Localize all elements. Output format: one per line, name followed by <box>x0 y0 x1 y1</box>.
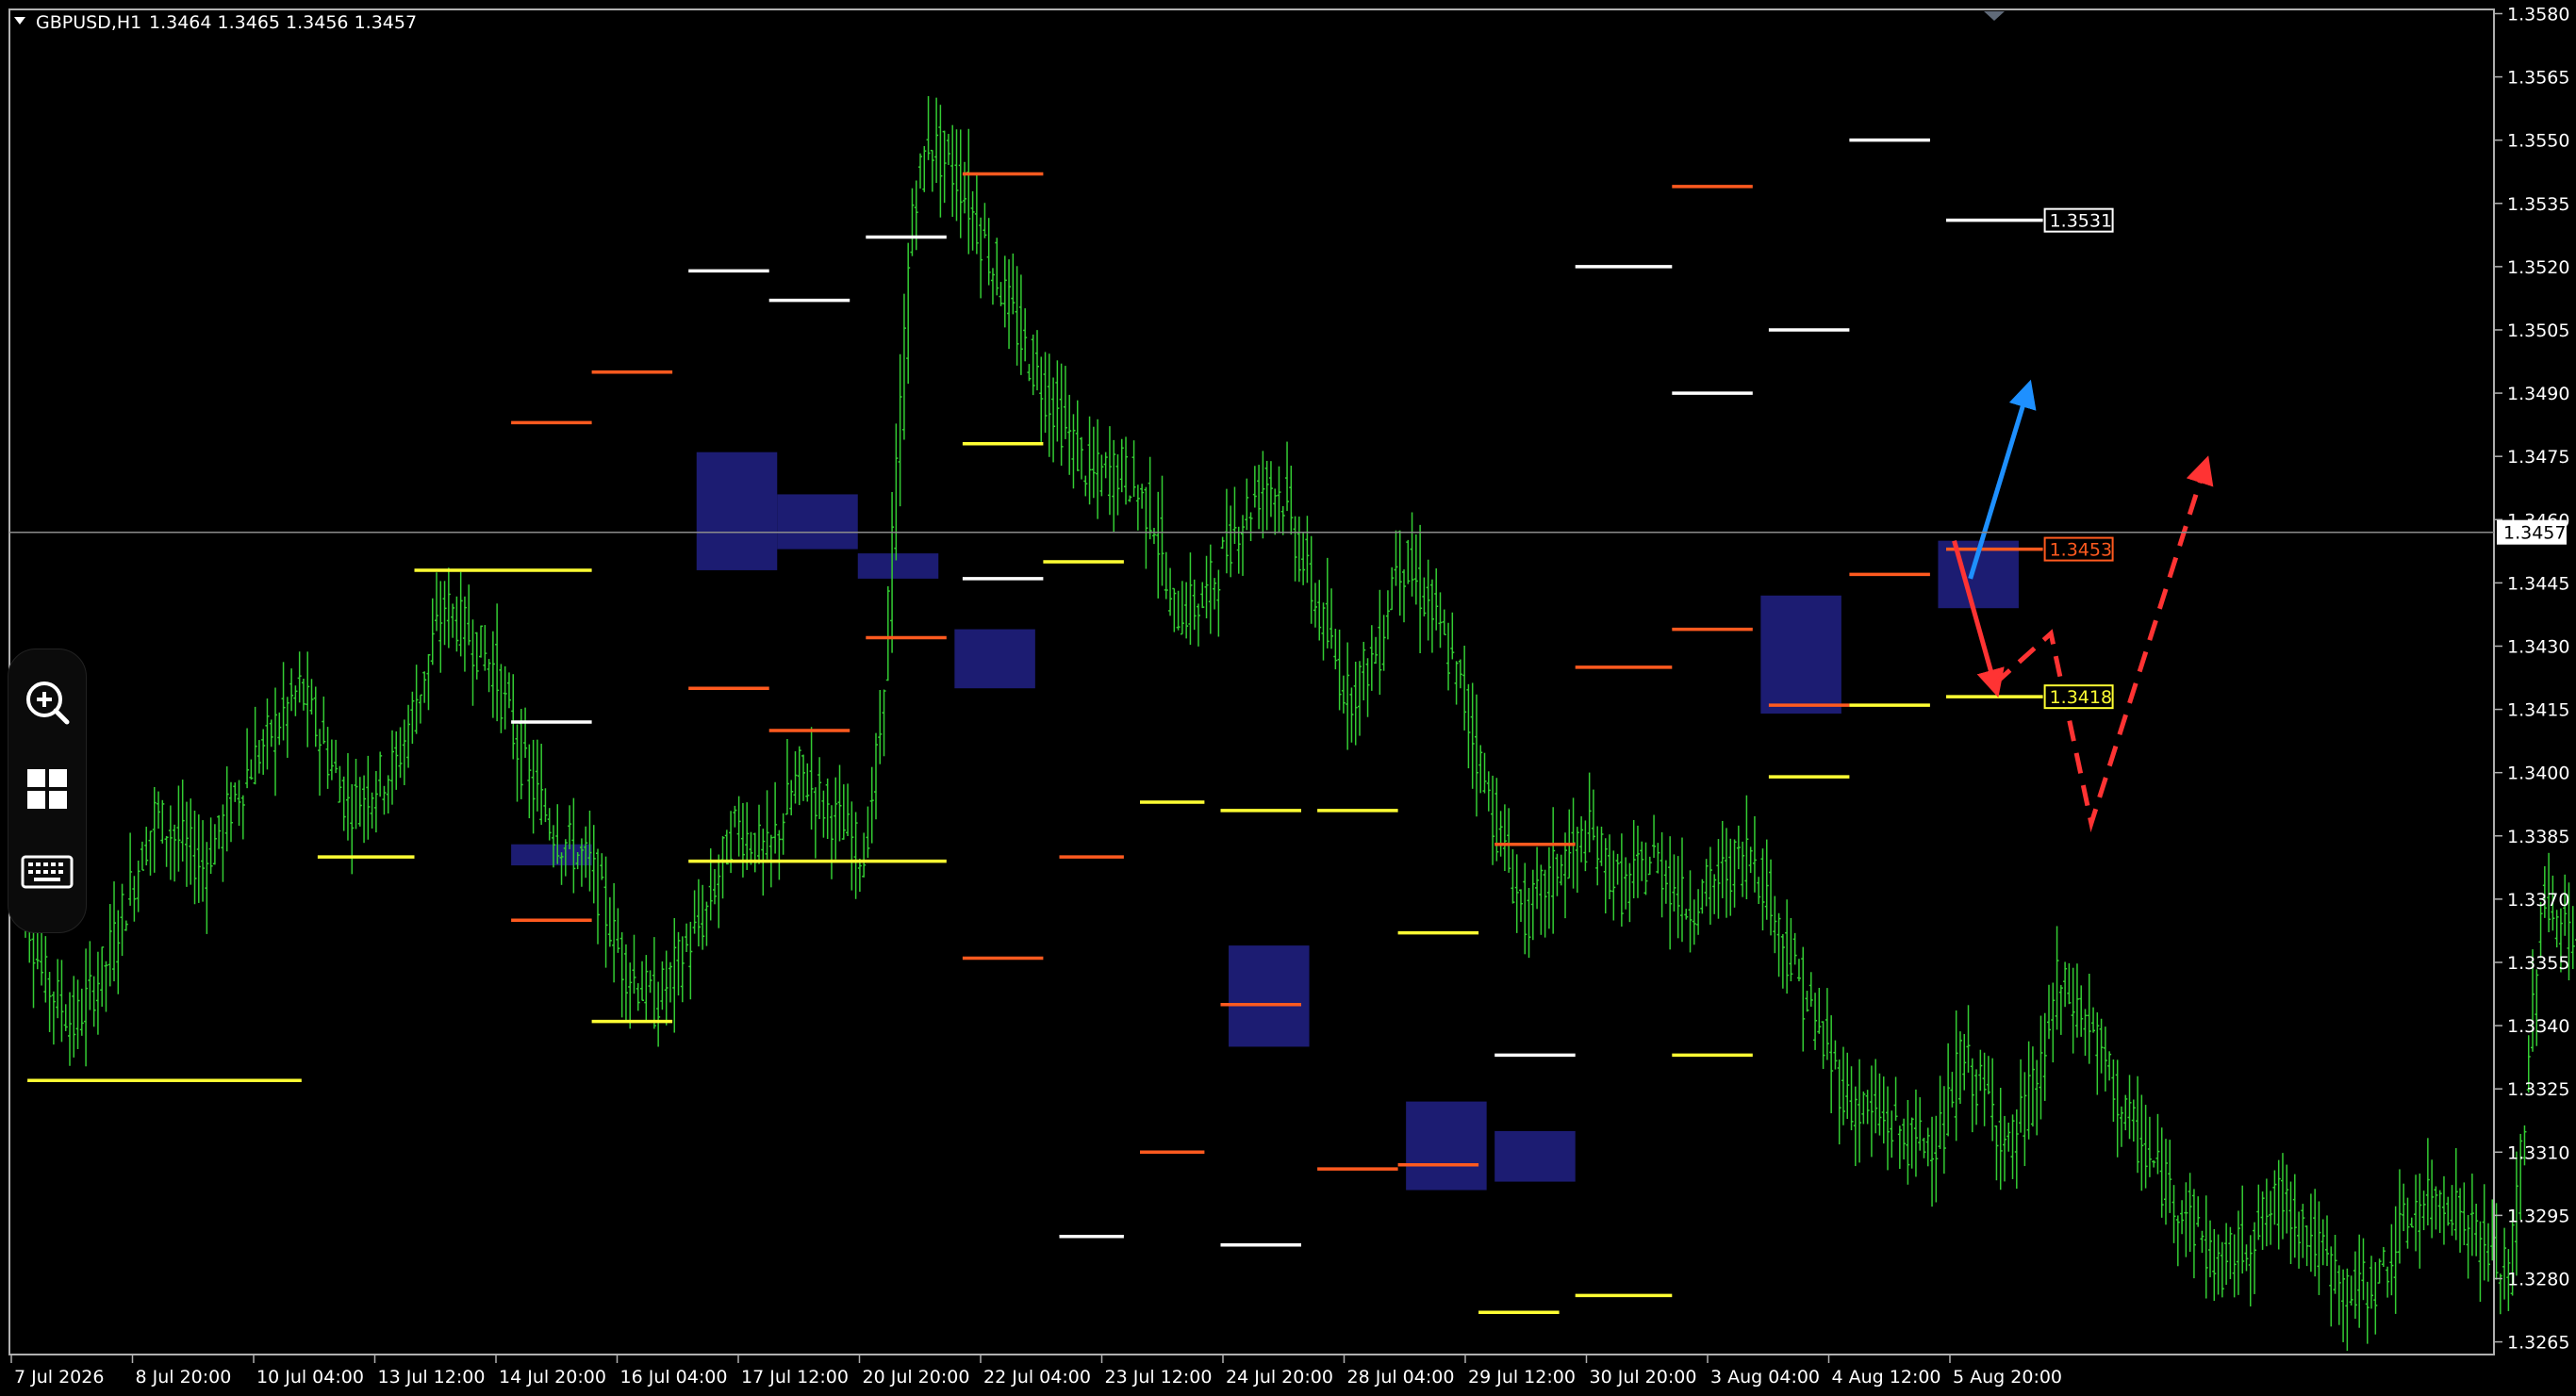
y-tick-label: 1.3580 <box>2507 4 2569 25</box>
y-tick-label: 1.3415 <box>2507 700 2569 721</box>
y-tick-label: 1.3340 <box>2507 1016 2569 1037</box>
supply-demand-zone <box>1760 595 1841 714</box>
x-tick-label: 23 Jul 12:00 <box>1105 1367 1213 1388</box>
y-tick-label: 1.3400 <box>2507 764 2569 784</box>
current-price-label: 1.3457 <box>2503 523 2566 544</box>
y-tick-label: 1.3550 <box>2507 131 2569 152</box>
keyboard-button[interactable] <box>19 844 75 900</box>
y-tick-label: 1.3265 <box>2507 1333 2569 1354</box>
x-tick-label: 17 Jul 12:00 <box>741 1367 849 1388</box>
x-tick-label: 8 Jul 20:00 <box>136 1367 232 1388</box>
price-label: 1.3453 <box>2050 540 2112 561</box>
supply-demand-zone <box>1229 945 1310 1047</box>
x-tick-label: 7 Jul 2026 <box>14 1367 104 1388</box>
symbol-label: GBPUSD,H1 <box>36 12 141 33</box>
y-tick-label: 1.3490 <box>2507 384 2569 404</box>
x-tick-label: 14 Jul 20:00 <box>499 1367 606 1388</box>
x-tick-label: 30 Jul 20:00 <box>1590 1367 1697 1388</box>
y-tick-label: 1.3385 <box>2507 827 2569 847</box>
supply-demand-zone <box>1494 1130 1576 1182</box>
price-label: 1.3418 <box>2050 687 2112 708</box>
supply-demand-zone <box>696 452 778 570</box>
x-tick-label: 24 Jul 20:00 <box>1226 1367 1333 1388</box>
y-tick-label: 1.3355 <box>2507 953 2569 974</box>
supply-demand-zone <box>1406 1101 1487 1191</box>
y-tick-label: 1.3475 <box>2507 447 2569 468</box>
y-tick-label: 1.3310 <box>2507 1142 2569 1163</box>
keyboard-icon <box>21 855 74 889</box>
x-tick-label: 22 Jul 04:00 <box>983 1367 1091 1388</box>
side-toolbar <box>8 649 87 933</box>
y-tick-label: 1.3535 <box>2507 194 2569 215</box>
y-tick-label: 1.3505 <box>2507 320 2569 341</box>
y-tick-label: 1.3295 <box>2507 1206 2569 1226</box>
ohlc-values: 1.3464 1.3465 1.3456 1.3457 <box>149 12 417 33</box>
zoom-in-icon <box>26 682 70 725</box>
grid-button[interactable] <box>19 761 75 817</box>
x-tick-label: 16 Jul 04:00 <box>620 1367 728 1388</box>
x-tick-label: 10 Jul 04:00 <box>256 1367 364 1388</box>
x-tick-label: 20 Jul 20:00 <box>863 1367 970 1388</box>
x-tick-label: 5 Aug 20:00 <box>1953 1367 2062 1388</box>
x-tick-label: 4 Aug 12:00 <box>1832 1367 1941 1388</box>
supply-demand-zone <box>954 629 1035 689</box>
y-tick-label: 1.3430 <box>2507 636 2569 657</box>
zoom-in-button[interactable] <box>19 674 75 731</box>
supply-demand-zone <box>511 844 592 866</box>
y-tick-label: 1.3280 <box>2507 1269 2569 1289</box>
y-tick-label: 1.3370 <box>2507 890 2569 911</box>
price-chart[interactable]: 1.3580 1.3565 1.3550 1.3535 1.3520 1.3505 1.34… <box>0 0 2576 1396</box>
supply-demand-zone <box>777 494 858 550</box>
y-tick-label: 1.3445 <box>2507 573 2569 594</box>
price-label: 1.3531 <box>2050 211 2112 232</box>
y-tick-label: 1.3520 <box>2507 257 2569 278</box>
x-tick-label: 13 Jul 12:00 <box>378 1367 486 1388</box>
x-tick-label: 29 Jul 12:00 <box>1468 1367 1576 1388</box>
x-tick-label: 28 Jul 04:00 <box>1347 1367 1455 1388</box>
x-tick-label: 3 Aug 04:00 <box>1710 1367 1820 1388</box>
supply-demand-zone <box>857 553 939 579</box>
grid-icon <box>27 769 67 809</box>
y-tick-label: 1.3565 <box>2507 68 2569 89</box>
y-tick-label: 1.3325 <box>2507 1079 2569 1100</box>
